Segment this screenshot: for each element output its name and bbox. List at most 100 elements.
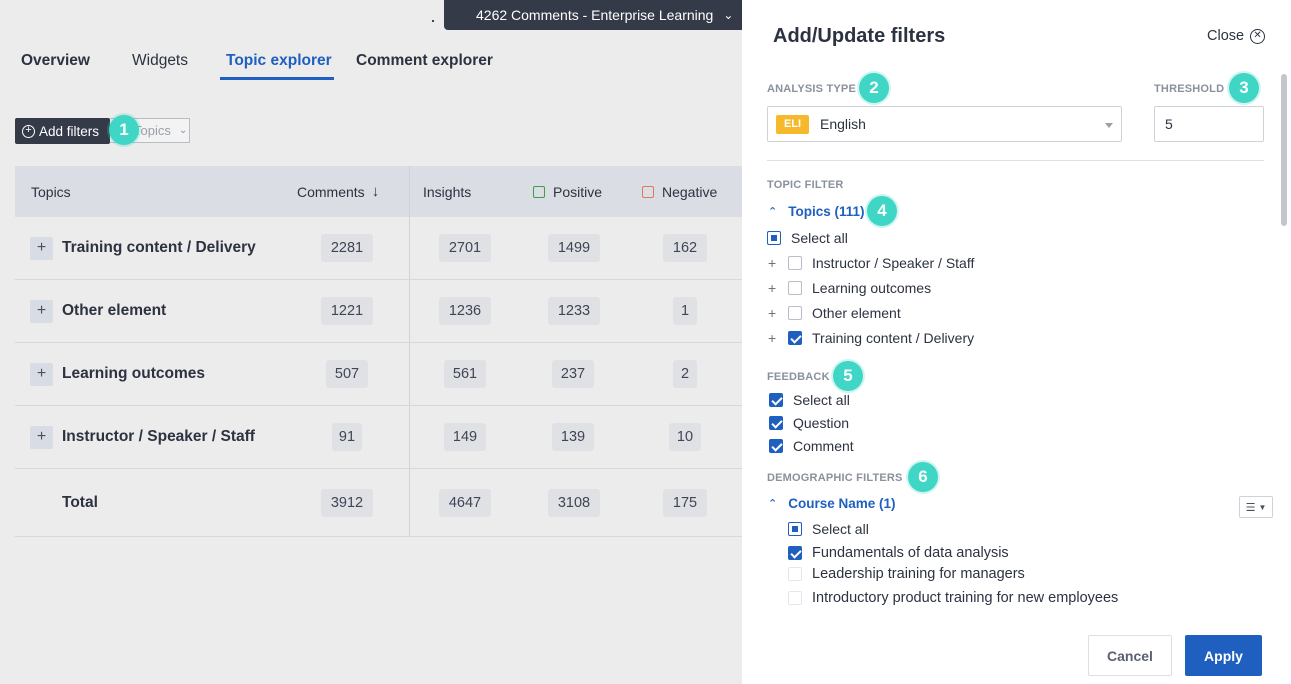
feedback-label: FEEDBACK — [767, 371, 830, 383]
callout-badge-4: 4 — [867, 196, 897, 226]
course-name-toggle[interactable]: ⌃ Course Name (1) — [768, 496, 896, 511]
callout-badge-2: 2 — [859, 73, 889, 103]
checkbox[interactable] — [788, 546, 802, 560]
table-row[interactable]: + Training content / Delivery 2281 2701 … — [15, 217, 742, 280]
language-select[interactable]: ELI English — [767, 106, 1122, 142]
expand-plus-icon[interactable]: + — [768, 280, 780, 296]
column-divider — [409, 343, 410, 405]
checkbox[interactable] — [769, 416, 783, 430]
expand-plus-icon[interactable]: + — [768, 330, 780, 346]
apply-button[interactable]: Apply — [1185, 635, 1262, 676]
checkbox[interactable] — [788, 331, 802, 345]
topic-filter-label: TOPIC FILTER — [767, 179, 844, 191]
callout-badge-5: 5 — [833, 361, 863, 391]
topic-item-instructor[interactable]: + Instructor / Speaker / Staff — [768, 255, 974, 271]
comments-value: 1221 — [321, 297, 373, 325]
tab-widgets[interactable]: Widgets — [132, 48, 220, 80]
list-icon: ☰ — [1245, 501, 1256, 514]
expand-row-button[interactable]: + — [30, 362, 53, 386]
topic-item-label: Training content / Delivery — [812, 330, 975, 346]
callout-badge-3: 3 — [1229, 73, 1259, 103]
table-row[interactable]: + Instructor / Speaker / Staff 91 149 13… — [15, 406, 742, 469]
close-button[interactable]: Close ✕ — [1207, 28, 1266, 44]
topic-item-learning-outcomes[interactable]: + Learning outcomes — [768, 280, 931, 296]
positive-sentiment-icon — [533, 185, 545, 198]
tab-bar: Overview Widgets Topic explorer Comment … — [21, 48, 496, 80]
checkbox[interactable] — [788, 281, 802, 295]
checkbox[interactable] — [788, 567, 802, 581]
insights-value: 149 — [444, 423, 486, 451]
course-item-label: Leadership training for managers — [812, 566, 1025, 582]
header-negative[interactable]: Negative — [642, 184, 717, 200]
checkbox[interactable] — [788, 591, 802, 605]
topics-toggle-label: Topics (111) — [788, 204, 865, 219]
feedback-item-label: Question — [793, 415, 850, 431]
tab-comment-explorer[interactable]: Comment explorer — [356, 48, 496, 80]
course-item[interactable]: Introductory product training for new em… — [788, 590, 1118, 606]
feedback-select-all[interactable]: Select all — [769, 392, 850, 408]
negative-value: 10 — [669, 423, 701, 451]
chevron-up-icon: ⌃ — [768, 498, 778, 510]
negative-value: 162 — [663, 234, 707, 262]
select-all-label: Select all — [812, 521, 869, 537]
checkbox[interactable] — [788, 522, 802, 536]
expand-plus-icon[interactable]: + — [768, 305, 780, 321]
arrow-down-icon: ↓ — [371, 183, 380, 200]
checkbox[interactable] — [788, 306, 802, 320]
checkbox[interactable] — [769, 393, 783, 407]
course-item-label: Fundamentals of data analysis — [812, 545, 1009, 561]
checkbox[interactable] — [767, 231, 781, 245]
topic-item-training-content[interactable]: + Training content / Delivery — [768, 330, 974, 346]
comments-value: 2281 — [321, 234, 373, 262]
topic-item-label: Instructor / Speaker / Staff — [812, 255, 975, 271]
caret-down-icon: ▼ — [1258, 502, 1267, 512]
header-positive[interactable]: Positive — [533, 184, 602, 200]
cancel-button[interactable]: Cancel — [1088, 635, 1172, 676]
grid-header: Topics Comments ↓ Insights Positive Nega… — [15, 166, 742, 217]
table-row[interactable]: + Learning outcomes 507 561 237 2 — [15, 343, 742, 406]
negative-value: 1 — [673, 297, 697, 325]
header-comments[interactable]: Comments ↓ — [297, 183, 379, 200]
row-topic: Training content / Delivery — [62, 239, 256, 256]
threshold-input[interactable] — [1154, 106, 1264, 142]
topics-toggle[interactable]: ⌃ Topics (111) — [768, 204, 865, 219]
insights-value: 561 — [444, 360, 486, 388]
column-divider — [409, 166, 410, 217]
insights-total: 4647 — [439, 488, 491, 517]
expand-row-button[interactable]: + — [30, 236, 53, 260]
callout-badge-6: 6 — [908, 462, 938, 492]
row-topic: Other element — [62, 302, 167, 319]
threshold-label: THRESHOLD — [1154, 83, 1225, 95]
filter-panel: Add/Update filters Close ✕ ANALYSIS TYPE… — [742, 0, 1291, 684]
topic-item-other-element[interactable]: + Other element — [768, 305, 901, 321]
tab-overview[interactable]: Overview — [21, 48, 132, 80]
negative-value: 2 — [673, 360, 697, 388]
topics-select-all[interactable]: Select all — [767, 230, 848, 246]
course-item[interactable]: Leadership training for managers — [788, 566, 1025, 582]
checkbox[interactable] — [769, 439, 783, 453]
feedback-question[interactable]: Question — [769, 415, 849, 431]
dataset-selector[interactable]: 4262 Comments - Enterprise Learning ⌄ — [444, 0, 742, 30]
list-view-toggle[interactable]: ☰ ▼ — [1239, 496, 1273, 518]
checkbox[interactable] — [788, 256, 802, 270]
header-insights[interactable]: Insights — [423, 184, 471, 200]
scrollbar-thumb[interactable] — [1281, 74, 1287, 226]
feedback-item-label: Comment — [793, 438, 854, 454]
row-topic: Learning outcomes — [62, 365, 205, 382]
positive-total: 3108 — [548, 488, 600, 517]
callout-badge-1: 1 — [109, 115, 139, 145]
panel-title: Add/Update filters — [773, 25, 946, 47]
column-divider — [409, 406, 410, 468]
expand-plus-icon[interactable]: + — [768, 255, 780, 271]
feedback-comment[interactable]: Comment — [769, 438, 854, 454]
courses-select-all[interactable]: Select all — [788, 521, 869, 537]
topic-item-label: Other element — [812, 305, 901, 321]
tab-topic-explorer[interactable]: Topic explorer — [220, 48, 334, 80]
course-item[interactable]: Fundamentals of data analysis — [788, 545, 1009, 561]
add-filters-button[interactable]: + Add filters — [15, 118, 110, 144]
expand-row-button[interactable]: + — [30, 425, 53, 449]
table-row[interactable]: + Other element 1221 1236 1233 1 — [15, 280, 742, 343]
expand-row-button[interactable]: + — [30, 299, 53, 323]
row-topic: Instructor / Speaker / Staff — [62, 428, 255, 445]
header-topics[interactable]: Topics — [31, 184, 71, 200]
